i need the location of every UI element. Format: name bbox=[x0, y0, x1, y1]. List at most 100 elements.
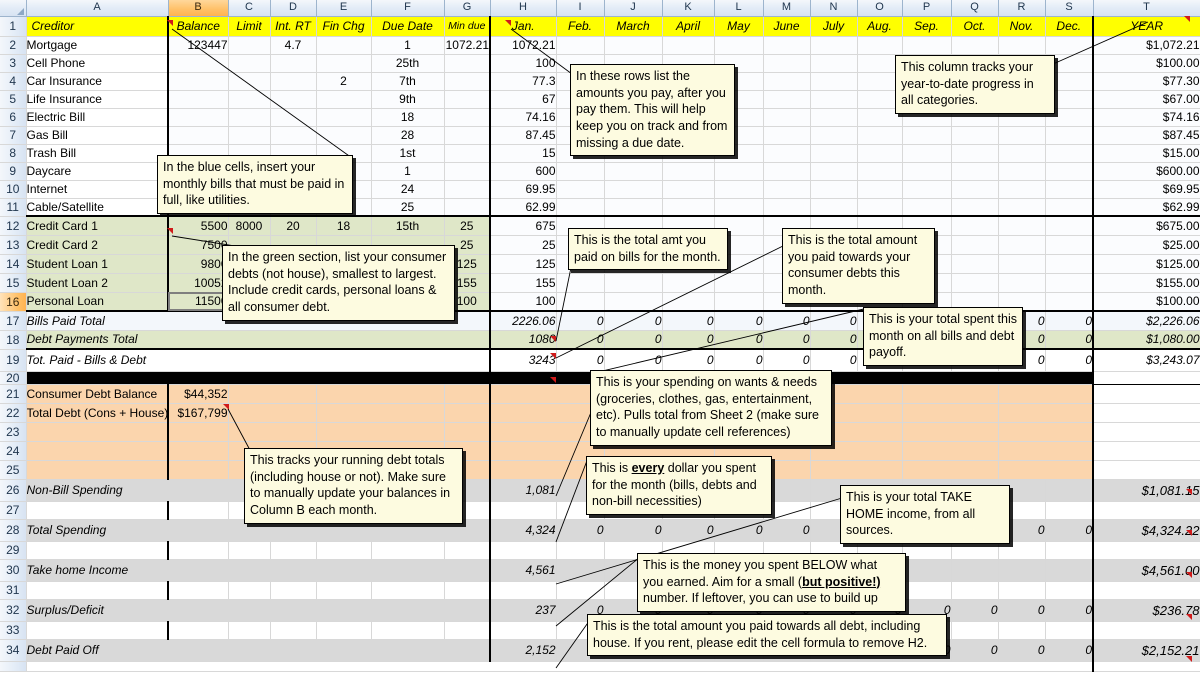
column-header-E[interactable]: E bbox=[316, 0, 372, 17]
cell-sep[interactable] bbox=[902, 180, 952, 199]
row-header-22[interactable]: 22 bbox=[0, 403, 27, 423]
cell-feb[interactable] bbox=[556, 162, 605, 181]
row-header-35[interactable] bbox=[0, 661, 27, 672]
cell-jan[interactable]: 237 bbox=[489, 599, 557, 622]
cell-blank[interactable] bbox=[444, 581, 491, 600]
cell-june[interactable]: 0 bbox=[763, 519, 811, 542]
cell-april[interactable] bbox=[662, 162, 715, 181]
cell-int-rt[interactable] bbox=[270, 108, 317, 127]
cell-orange[interactable] bbox=[489, 422, 605, 442]
cell-balance[interactable]: 7500 bbox=[167, 235, 229, 255]
cell-jan[interactable]: 675 bbox=[489, 215, 557, 236]
cell-march[interactable]: 0 bbox=[604, 310, 663, 331]
cell-may[interactable] bbox=[714, 292, 764, 312]
cell-oct[interactable] bbox=[951, 254, 999, 274]
cell-blank[interactable] bbox=[1045, 541, 1094, 560]
cell-june[interactable] bbox=[763, 108, 811, 127]
cell-dec[interactable] bbox=[1045, 479, 1094, 502]
cell-nov[interactable] bbox=[998, 144, 1046, 163]
cell-blank[interactable] bbox=[167, 581, 229, 600]
cell-blank[interactable] bbox=[26, 581, 169, 600]
cell-july[interactable]: 0 bbox=[810, 310, 858, 331]
cell-year[interactable]: $600.00 bbox=[1092, 162, 1200, 181]
cell-june[interactable] bbox=[763, 126, 811, 145]
cell-balance[interactable] bbox=[167, 126, 229, 145]
cell-due-date[interactable]: 24 bbox=[371, 180, 445, 199]
cell-feb[interactable] bbox=[556, 273, 605, 293]
cell-orange[interactable] bbox=[444, 403, 491, 423]
cell-blank[interactable] bbox=[26, 661, 1094, 672]
row-header-14[interactable]: 14 bbox=[0, 254, 27, 274]
cell-oct[interactable] bbox=[951, 144, 999, 163]
cell-balance[interactable] bbox=[167, 108, 229, 127]
cell-blank[interactable] bbox=[1045, 501, 1094, 520]
cell-orange[interactable] bbox=[902, 403, 999, 423]
cell-due-date[interactable]: 18 bbox=[371, 108, 445, 127]
cell-balance[interactable]: 10052 bbox=[167, 273, 229, 293]
cell-fin-chg[interactable] bbox=[316, 126, 372, 145]
cell-nov[interactable] bbox=[998, 162, 1046, 181]
cell-int-rt[interactable] bbox=[270, 54, 317, 73]
cell-blank[interactable] bbox=[1045, 621, 1094, 640]
cell-blank[interactable] bbox=[556, 541, 605, 560]
cell-orange-value[interactable] bbox=[167, 441, 229, 461]
cell-year[interactable]: $1,072.21 bbox=[1092, 36, 1200, 55]
table-row[interactable] bbox=[0, 661, 1200, 672]
row-header-24[interactable]: 24 bbox=[0, 441, 27, 461]
cell-fin-chg[interactable] bbox=[316, 36, 372, 55]
cell-year[interactable]: $15.00 bbox=[1092, 144, 1200, 163]
cell-year[interactable]: $62.99 bbox=[1092, 198, 1200, 217]
row-header-15[interactable]: 15 bbox=[0, 273, 27, 293]
cell-orange[interactable] bbox=[810, 460, 903, 480]
cell-may[interactable]: 0 bbox=[714, 519, 764, 542]
cell-jan[interactable]: 62.99 bbox=[489, 198, 557, 217]
table-row[interactable]: 30 Take home Income 4,561 $4,561.00 bbox=[0, 559, 1200, 582]
cell-int-rt[interactable] bbox=[270, 126, 317, 145]
cell-march[interactable]: 0 bbox=[604, 348, 663, 372]
cell-dec[interactable]: 0 bbox=[1045, 310, 1094, 331]
cell-may[interactable] bbox=[714, 162, 764, 181]
cell-blank[interactable] bbox=[489, 501, 557, 520]
cell-blank[interactable] bbox=[1045, 581, 1094, 600]
cell-year[interactable] bbox=[1092, 371, 1200, 385]
cell-orange-value[interactable] bbox=[167, 422, 229, 442]
column-header-C[interactable]: C bbox=[228, 0, 271, 17]
cell-oct[interactable] bbox=[951, 559, 999, 582]
cell-jan[interactable]: 15 bbox=[489, 144, 557, 163]
cell-blank[interactable] bbox=[26, 541, 169, 560]
cell-year[interactable] bbox=[1092, 661, 1200, 672]
cell-year[interactable]: $4,324.22 bbox=[1092, 519, 1200, 542]
cell-oct[interactable]: 0 bbox=[951, 639, 999, 662]
cell-march[interactable] bbox=[604, 198, 663, 217]
cell-blank[interactable] bbox=[167, 541, 229, 560]
cell-jan[interactable]: 67 bbox=[489, 90, 557, 109]
cell-balance[interactable]: 123447 bbox=[167, 36, 229, 55]
cell-due-date[interactable]: 7th bbox=[371, 72, 445, 91]
cell-dec[interactable] bbox=[1045, 254, 1094, 274]
cell-april[interactable] bbox=[662, 180, 715, 199]
column-header-K[interactable]: K bbox=[662, 0, 715, 17]
cell-jan[interactable]: 100 bbox=[489, 292, 557, 312]
cell-min-due[interactable] bbox=[444, 198, 491, 217]
cell-due-date[interactable]: 1 bbox=[371, 36, 445, 55]
cell-fin-chg[interactable] bbox=[316, 54, 372, 73]
cell-int-rt[interactable]: 20 bbox=[270, 215, 317, 236]
cell-orange[interactable] bbox=[902, 460, 999, 480]
cell-april[interactable]: 0 bbox=[662, 330, 715, 350]
cell-dec[interactable] bbox=[1045, 215, 1094, 236]
cell-dec[interactable]: 0 bbox=[1045, 348, 1094, 372]
cell-nov[interactable] bbox=[998, 36, 1046, 55]
cell-july[interactable] bbox=[810, 126, 858, 145]
cell-year[interactable]: $155.00 bbox=[1092, 273, 1200, 293]
row-header-30[interactable]: 30 bbox=[0, 559, 27, 582]
cell-due-date[interactable]: 25th bbox=[371, 54, 445, 73]
cell-oct[interactable] bbox=[951, 36, 999, 55]
cell-blank[interactable] bbox=[228, 581, 271, 600]
cell-may[interactable]: 0 bbox=[714, 330, 764, 350]
cell-july[interactable]: 0 bbox=[810, 330, 858, 350]
cell-orange[interactable] bbox=[444, 384, 491, 404]
row-header-34[interactable]: 34 bbox=[0, 639, 27, 662]
cell-year[interactable]: $100.00 bbox=[1092, 292, 1200, 312]
cell-april[interactable]: 0 bbox=[662, 519, 715, 542]
cell-orange[interactable] bbox=[316, 422, 445, 442]
